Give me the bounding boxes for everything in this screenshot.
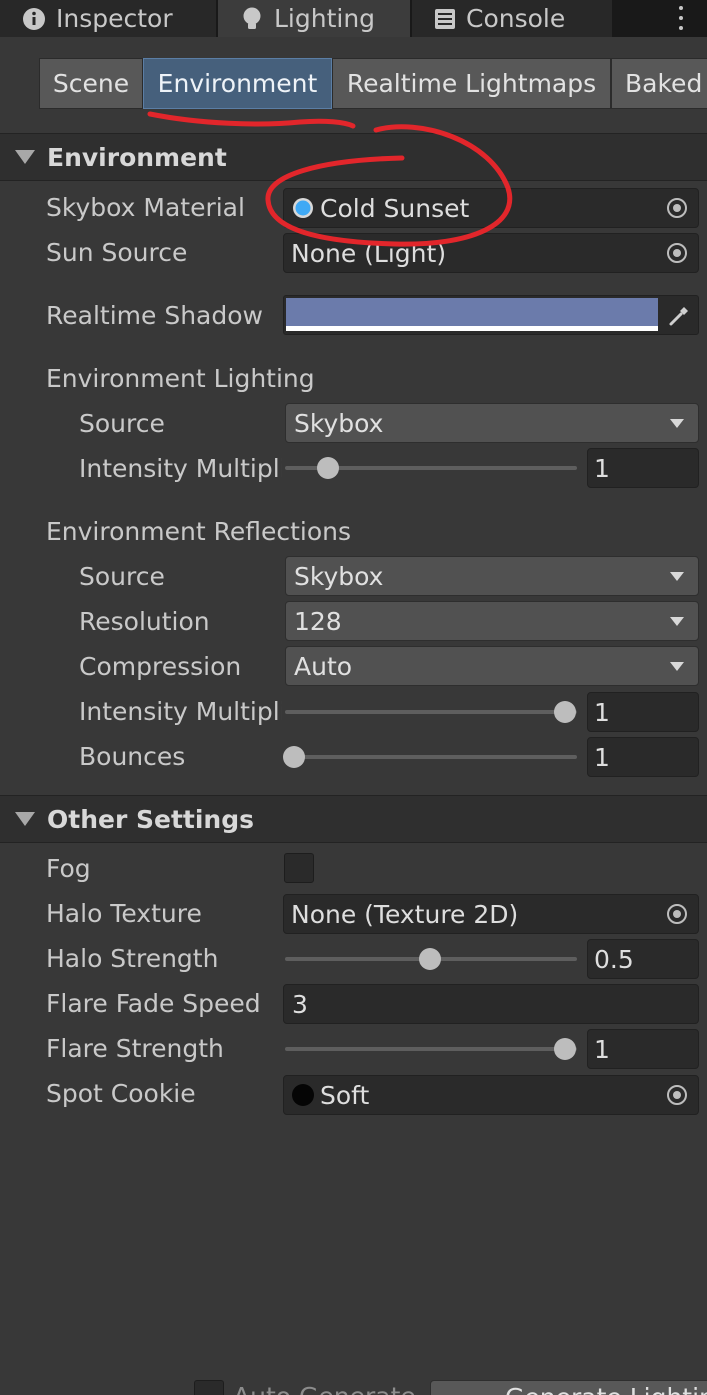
lighting-subtab-bar: Scene Environment Realtime Lightmaps Bak… [0,37,707,133]
lighting-intensity-input[interactable]: 1 [587,448,699,488]
fog-checkbox[interactable] [284,853,314,883]
environment-reflections-label: Environment Reflections [46,517,351,546]
reflection-source-dropdown[interactable]: Skybox [285,556,699,596]
lighting-intensity-label: Intensity Multiplier [79,454,282,483]
sun-source-value: None (Light) [291,238,447,268]
environment-section-title: Environment [47,142,227,172]
other-settings-section-title: Other Settings [47,804,254,834]
eyedropper-icon[interactable] [666,303,692,329]
subtab-baked[interactable]: Baked [611,58,707,109]
footer-bar: Auto Generate Generate Lighting [0,1378,707,1395]
spot-cookie-field[interactable]: Soft [283,1075,699,1115]
reflection-intensity-input[interactable]: 1 [587,692,699,732]
spot-cookie-value: Soft [320,1080,370,1110]
fog-label: Fog [46,854,91,883]
lightbulb-icon [243,7,261,29]
halo-texture-label: Halo Texture [46,899,202,928]
tab-console[interactable]: Console [412,0,612,37]
lighting-intensity-value: 1 [594,453,610,483]
halo-strength-value: 0.5 [594,944,634,974]
lighting-source-dropdown[interactable]: Skybox [285,403,699,443]
reflection-source-value: Skybox [294,561,384,591]
flare-strength-input[interactable]: 1 [587,1029,699,1069]
sun-source-label: Sun Source [46,238,188,267]
info-icon [23,7,45,30]
auto-generate-label: Auto Generate [233,1382,416,1395]
chevron-down-icon [670,617,684,626]
auto-generate-checkbox[interactable] [194,1380,224,1395]
more-options-icon[interactable] [677,3,685,33]
environment-lighting-label: Environment Lighting [46,364,315,393]
window-tab-bar: Inspector Lighting Console [0,0,707,37]
chevron-down-icon [670,662,684,671]
subtab-scene[interactable]: Scene [39,58,143,109]
realtime-shadow-label: Realtime Shadow Color [46,301,268,330]
object-picker-icon[interactable] [656,189,698,227]
sun-source-field[interactable]: None (Light) [283,233,699,273]
subtab-realtime-lightmaps[interactable]: Realtime Lightmaps [332,58,611,109]
lighting-source-label: Source [79,409,165,438]
skybox-material-label: Skybox Material [46,193,245,222]
halo-strength-slider-thumb[interactable] [419,948,441,970]
generate-lighting-button[interactable]: Generate Lighting [430,1380,707,1395]
shadow-alpha-bar [286,326,658,331]
flare-fade-speed-input[interactable]: 3 [283,984,699,1024]
bounces-input[interactable]: 1 [587,737,699,777]
object-picker-icon[interactable] [656,895,698,933]
resolution-value: 128 [294,606,342,636]
bounces-value: 1 [594,742,610,772]
bounces-label: Bounces [79,742,186,771]
tab-lighting[interactable]: Lighting [218,0,410,37]
flare-strength-value: 1 [594,1034,610,1064]
flare-strength-label: Flare Strength [46,1034,224,1063]
console-icon [435,8,455,29]
spot-cookie-label: Spot Cookie [46,1079,196,1108]
other-settings-section-header[interactable]: Other Settings [0,795,707,843]
tab-inspector[interactable]: Inspector [0,0,216,37]
halo-texture-field[interactable]: None (Texture 2D) [283,894,699,934]
reflection-intensity-slider-track[interactable] [285,710,577,714]
bounces-slider-track[interactable] [285,755,577,759]
reflection-intensity-value: 1 [594,697,610,727]
shadow-color-swatch [286,298,658,326]
flare-strength-slider-track[interactable] [285,1047,577,1051]
object-picker-icon[interactable] [656,234,698,272]
reflection-source-label: Source [79,562,165,591]
lighting-intensity-slider-thumb[interactable] [317,457,339,479]
subtab-environment[interactable]: Environment [143,58,332,109]
bounces-slider-thumb[interactable] [283,746,305,768]
flare-strength-slider-thumb[interactable] [554,1038,576,1060]
halo-strength-label: Halo Strength [46,944,219,973]
object-picker-icon[interactable] [656,1076,698,1114]
environment-section-header[interactable]: Environment [0,133,707,181]
skybox-material-value: Cold Sunset [320,193,470,223]
generate-lighting-label: Generate Lighting [505,1383,707,1395]
resolution-label: Resolution [79,607,210,636]
compression-value: Auto [294,651,353,681]
material-icon [293,198,313,218]
flare-fade-speed-value: 3 [292,989,308,1019]
foldout-triangle-icon [15,150,35,164]
lighting-source-value: Skybox [294,408,384,438]
halo-strength-input[interactable]: 0.5 [587,939,699,979]
realtime-shadow-color-field[interactable] [283,295,699,335]
tab-lighting-label: Lighting [274,4,376,33]
compression-dropdown[interactable]: Auto [285,646,699,686]
flare-fade-speed-label: Flare Fade Speed [46,989,261,1018]
skybox-material-field[interactable]: Cold Sunset [283,188,699,228]
texture-icon [292,1084,314,1106]
tab-inspector-label: Inspector [56,4,173,33]
reflection-intensity-slider-thumb[interactable] [554,701,576,723]
chevron-down-icon [670,572,684,581]
resolution-dropdown[interactable]: 128 [285,601,699,641]
chevron-down-icon [670,419,684,428]
tab-console-label: Console [466,4,566,33]
reflection-intensity-label: Intensity Multiplier [79,697,282,726]
halo-texture-value: None (Texture 2D) [291,899,519,929]
foldout-triangle-icon [15,812,35,826]
compression-label: Compression [79,652,242,681]
